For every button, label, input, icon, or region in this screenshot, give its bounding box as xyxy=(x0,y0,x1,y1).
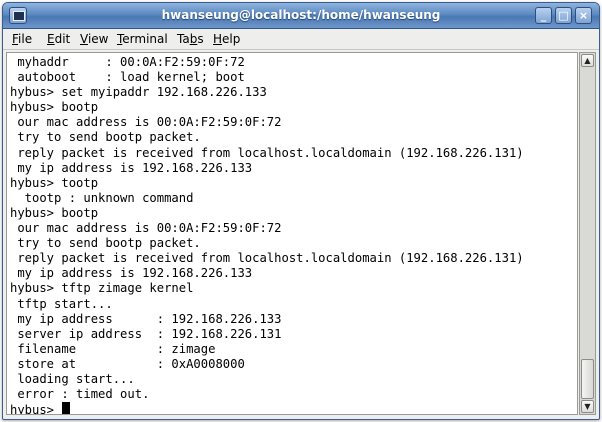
terminal-line-text: autoboot : load kernel; boot xyxy=(10,70,245,85)
terminal-line-text: my ip address is 192.168.226.133 xyxy=(10,160,253,175)
terminal-window: hwanseung@localhost:/home/hwanseung _ □ … xyxy=(2,2,600,420)
terminal-line-text: loading start... xyxy=(10,371,135,386)
terminal-output[interactable]: myhaddr : 00:0A:F2:59:0F:72 autoboot : l… xyxy=(6,52,578,415)
terminal-line: reply packet is received from localhost.… xyxy=(10,251,575,266)
terminal-line-text: store at : 0xA0008000 xyxy=(10,356,245,371)
scrollbar-thumb[interactable] xyxy=(581,359,594,399)
text-cursor xyxy=(62,402,71,414)
minimize-button[interactable]: _ xyxy=(535,7,552,24)
terminal-line: our mac address is 00:0A:F2:59:0F:72 xyxy=(10,115,575,130)
terminal-line-text: hybus> set myipaddr 192.168.226.133 xyxy=(10,85,267,100)
menu-view[interactable]: View xyxy=(80,32,108,46)
terminal-line-text: server ip address : 192.168.226.131 xyxy=(10,326,282,341)
terminal-line: hybus> tftp zimage kernel xyxy=(10,281,575,296)
terminal-line: server ip address : 192.168.226.131 xyxy=(10,327,575,342)
terminal-line: hybus> xyxy=(10,402,575,415)
terminal-line: store at : 0xA0008000 xyxy=(10,357,575,372)
close-button[interactable]: × xyxy=(575,7,592,24)
terminal-line-text: our mac address is 00:0A:F2:59:0F:72 xyxy=(10,115,282,130)
scroll-down-arrow-icon[interactable]: ▼ xyxy=(581,400,594,413)
terminal-line-text: error : timed out. xyxy=(10,387,150,402)
scroll-up-arrow-icon[interactable]: ▲ xyxy=(581,54,594,67)
terminal-line-text: reply packet is received from localhost.… xyxy=(10,145,524,160)
terminal-line: hybus> bootp xyxy=(10,100,575,115)
terminal-line-text: our mac address is 00:0A:F2:59:0F:72 xyxy=(10,221,282,236)
terminal-line-text: hybus> tftp zimage kernel xyxy=(10,281,194,296)
terminal-line: hybus> bootp xyxy=(10,206,575,221)
terminal-line: hybus> tootp xyxy=(10,176,575,191)
terminal-line-text: try to send bootp packet. xyxy=(10,130,201,145)
maximize-button[interactable]: □ xyxy=(555,7,572,24)
terminal-line-text: try to send bootp packet. xyxy=(10,236,201,251)
terminal-line-text: tootp : unknown command xyxy=(10,190,194,205)
terminal-line: hybus> set myipaddr 192.168.226.133 xyxy=(10,85,575,100)
terminal-line-text: hybus> bootp xyxy=(10,100,99,115)
menu-help[interactable]: Help xyxy=(213,32,240,46)
terminal-line: try to send bootp packet. xyxy=(10,236,575,251)
terminal-line-text: hybus> tootp xyxy=(10,175,99,190)
terminal-line-text: hybus> xyxy=(10,403,62,415)
terminal-line: tootp : unknown command xyxy=(10,191,575,206)
terminal-line-text: tftp start... xyxy=(10,296,113,311)
terminal-line-text: filename : zimage xyxy=(10,341,216,356)
terminal-line: try to send bootp packet. xyxy=(10,130,575,145)
terminal-line: autoboot : load kernel; boot xyxy=(10,70,575,85)
terminal-line: my ip address is 192.168.226.133 xyxy=(10,266,575,281)
terminal-line-text: my ip address is 192.168.226.133 xyxy=(10,266,253,281)
terminal-text: myhaddr : 00:0A:F2:59:0F:72 autoboot : l… xyxy=(10,55,575,415)
title-bar[interactable]: hwanseung@localhost:/home/hwanseung _ □ … xyxy=(3,3,599,29)
terminal-line: filename : zimage xyxy=(10,342,575,357)
menu-bar: File Edit View Terminal Tabs Help xyxy=(3,29,599,50)
terminal-line: my ip address : 192.168.226.133 xyxy=(10,312,575,327)
terminal-line-text: reply packet is received from localhost.… xyxy=(10,251,524,266)
terminal-line: error : timed out. xyxy=(10,387,575,402)
menu-tabs[interactable]: Tabs xyxy=(177,32,204,46)
terminal-line: myhaddr : 00:0A:F2:59:0F:72 xyxy=(10,55,575,70)
terminal-line: our mac address is 00:0A:F2:59:0F:72 xyxy=(10,221,575,236)
vertical-scrollbar[interactable]: ▲ ▼ xyxy=(579,52,596,415)
terminal-line-text: myhaddr : 00:0A:F2:59:0F:72 xyxy=(10,55,245,69)
window-title: hwanseung@localhost:/home/hwanseung xyxy=(161,8,441,22)
terminal-line-text: my ip address : 192.168.226.133 xyxy=(10,311,282,326)
terminal-line: reply packet is received from localhost.… xyxy=(10,146,575,161)
terminal-line: my ip address is 192.168.226.133 xyxy=(10,161,575,176)
terminal-line: tftp start... xyxy=(10,297,575,312)
terminal-line-text: hybus> bootp xyxy=(10,205,99,220)
menu-edit[interactable]: Edit xyxy=(47,32,70,46)
terminal-line: loading start... xyxy=(10,372,575,387)
menu-terminal[interactable]: Terminal xyxy=(117,32,168,46)
menu-file[interactable]: File xyxy=(12,32,32,46)
